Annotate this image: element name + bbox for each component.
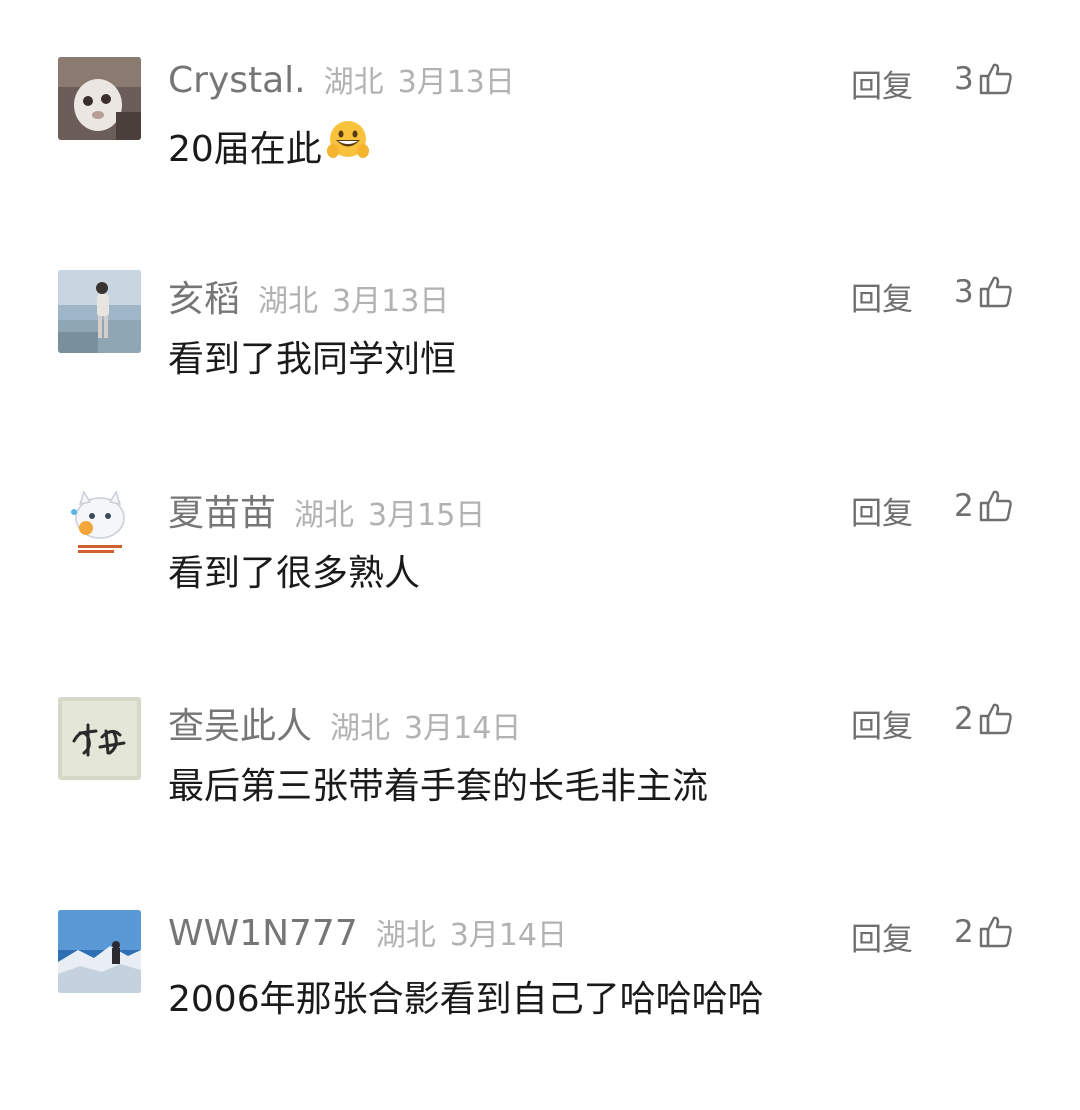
date-label: 3月14日 [404,711,522,746]
avatar[interactable] [58,697,141,780]
thumbs-up-icon[interactable] [978,914,1014,950]
comment-meta: 夏苗苗 湖北 3月15日 [168,484,485,534]
like-button[interactable]: 2 [954,701,1014,737]
region-label: 湖北 [323,65,384,100]
reply-button[interactable]: 回复 [851,488,913,533]
comment-item: 夏苗苗 湖北 3月15日 看到了很多熟人 回复 2 [0,484,1080,684]
avatar[interactable] [58,270,141,353]
date-label: 3月13日 [332,284,450,319]
thumbs-up-icon[interactable] [978,274,1014,310]
like-button[interactable]: 3 [954,61,1014,97]
date-label: 3月14日 [449,918,568,953]
grinning-face-icon [324,117,372,174]
region-label: 湖北 [294,498,355,533]
comment-text: 20届在此 [168,117,372,174]
comment-meta: 亥稻 湖北 3月13日 [168,270,449,320]
comment-text: 2006年那张合影看到自己了哈哈哈哈 [168,970,764,1022]
comment-text: 看到了我同学刘恒 [168,330,456,382]
like-count: 2 [954,488,974,524]
comment-text: 看到了很多熟人 [168,544,420,596]
reply-button[interactable]: 回复 [851,274,913,319]
like-count: 3 [954,61,974,97]
like-count: 3 [954,274,974,310]
thumbs-up-icon[interactable] [978,701,1014,737]
avatar[interactable] [58,57,141,140]
like-count: 2 [954,914,974,950]
comment-text-content: 2006年那张合影看到自己了哈哈哈哈 [168,979,764,1020]
username[interactable]: WW1N777 [168,913,358,954]
comment-item: 查吴此人 湖北 3月14日 最后第三张带着手套的长毛非主流 回复 2 [0,697,1080,897]
like-button[interactable]: 2 [954,914,1014,950]
comment-meta: 查吴此人 湖北 3月14日 [168,697,521,747]
region-label: 湖北 [258,284,319,319]
comment-text-content: 最后第三张带着手套的长毛非主流 [168,766,709,807]
comment-text-content: 看到了我同学刘恒 [168,339,457,380]
date-label: 3月15日 [368,498,486,533]
username[interactable]: Crystal. [168,60,306,101]
reply-button[interactable]: 回复 [851,914,913,959]
like-count: 2 [954,701,974,737]
comment-text: 最后第三张带着手套的长毛非主流 [168,757,708,809]
comment-item: WW1N777 湖北 3月14日 2006年那张合影看到自己了哈哈哈哈 回复 2 [0,910,1080,1110]
reply-button[interactable]: 回复 [851,61,913,106]
like-button[interactable]: 3 [954,274,1014,310]
region-label: 湖北 [375,918,436,953]
username[interactable]: 亥稻 [168,270,240,322]
username[interactable]: 查吴此人 [168,697,312,749]
reply-button[interactable]: 回复 [851,701,913,746]
username[interactable]: 夏苗苗 [168,484,276,536]
comment-item: 亥稻 湖北 3月13日 看到了我同学刘恒 回复 3 [0,270,1080,470]
avatar[interactable] [58,484,141,567]
thumbs-up-icon[interactable] [978,61,1014,97]
thumbs-up-icon[interactable] [978,488,1014,524]
comment-text-content: 20届在此 [168,128,322,170]
avatar[interactable] [58,910,141,993]
comment-item: Crystal. 湖北 3月13日 20届在此 回复 3 [0,57,1080,257]
region-label: 湖北 [330,711,391,746]
comment-text-content: 看到了很多熟人 [168,553,421,594]
comment-meta: WW1N777 湖北 3月14日 [168,910,567,960]
comment-meta: Crystal. 湖北 3月13日 [168,57,515,107]
like-button[interactable]: 2 [954,488,1014,524]
date-label: 3月13日 [397,65,515,100]
